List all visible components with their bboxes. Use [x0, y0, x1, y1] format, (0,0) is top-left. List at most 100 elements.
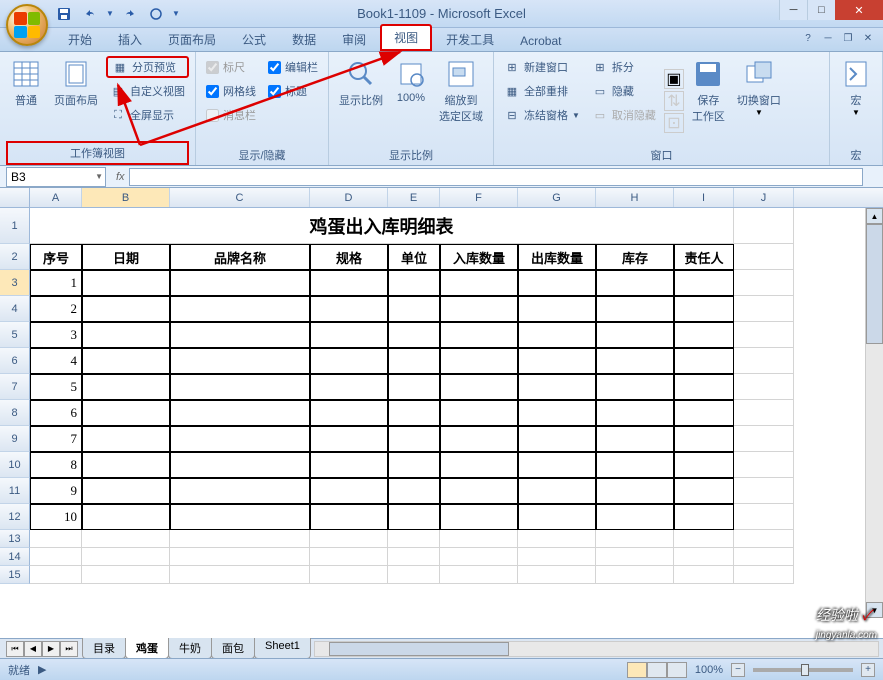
undo-dropdown[interactable]: ▼ — [106, 9, 114, 18]
data-cell[interactable] — [82, 270, 170, 296]
empty-cell[interactable] — [596, 548, 674, 566]
headings-checkbox[interactable]: 标题 — [264, 80, 322, 102]
data-cell[interactable] — [674, 478, 734, 504]
pagelayout-view-button[interactable]: 页面布局 — [50, 56, 102, 141]
data-cell[interactable] — [310, 296, 388, 322]
vscroll-thumb[interactable] — [866, 224, 883, 344]
data-cell[interactable]: 8 — [30, 452, 82, 478]
empty-cell[interactable] — [440, 548, 518, 566]
data-cell[interactable] — [440, 296, 518, 322]
col-header-A[interactable]: A — [30, 188, 82, 207]
data-cell[interactable] — [388, 400, 440, 426]
data-cell[interactable] — [596, 478, 674, 504]
data-cell[interactable] — [518, 400, 596, 426]
data-cell[interactable] — [310, 426, 388, 452]
data-cell[interactable] — [440, 478, 518, 504]
header-cell[interactable]: 品牌名称 — [170, 244, 310, 270]
empty-cell[interactable] — [440, 530, 518, 548]
zoom-in-button[interactable]: + — [861, 663, 875, 677]
hscroll-thumb[interactable] — [329, 642, 509, 656]
data-cell[interactable] — [82, 322, 170, 348]
data-cell[interactable] — [170, 322, 310, 348]
row-header-1[interactable]: 1 — [0, 208, 30, 244]
sheet-tab-面包[interactable]: 面包 — [211, 638, 255, 659]
data-cell[interactable] — [170, 270, 310, 296]
data-cell[interactable] — [596, 426, 674, 452]
fx-icon[interactable]: fx — [116, 171, 125, 183]
empty-cell[interactable] — [440, 566, 518, 584]
empty-cell[interactable] — [734, 530, 794, 548]
row-header-12[interactable]: 12 — [0, 504, 30, 530]
data-cell[interactable] — [596, 504, 674, 530]
data-cell[interactable] — [734, 452, 794, 478]
empty-cell[interactable] — [518, 530, 596, 548]
data-cell[interactable] — [674, 426, 734, 452]
data-cell[interactable] — [674, 296, 734, 322]
data-cell[interactable] — [170, 504, 310, 530]
data-cell[interactable] — [82, 504, 170, 530]
data-cell[interactable]: 5 — [30, 374, 82, 400]
data-cell[interactable] — [440, 452, 518, 478]
tab-review[interactable]: 审阅 — [330, 28, 378, 51]
next-sheet-button[interactable]: ▶ — [42, 641, 60, 657]
row-header-5[interactable]: 5 — [0, 322, 30, 348]
zoom-100-button[interactable]: 100% — [391, 56, 431, 145]
empty-cell[interactable] — [388, 548, 440, 566]
data-cell[interactable] — [734, 322, 794, 348]
data-cell[interactable] — [596, 374, 674, 400]
empty-cell[interactable] — [674, 548, 734, 566]
macros-button[interactable]: 宏 ▼ — [836, 56, 876, 145]
data-cell[interactable] — [734, 348, 794, 374]
row-header-2[interactable]: 2 — [0, 244, 30, 270]
col-header-J[interactable]: J — [734, 188, 794, 207]
header-cell[interactable]: 责任人 — [674, 244, 734, 270]
zoom-slider[interactable] — [753, 668, 853, 672]
data-cell[interactable] — [170, 478, 310, 504]
col-header-G[interactable]: G — [518, 188, 596, 207]
data-cell[interactable] — [388, 452, 440, 478]
qat-extra-button[interactable] — [146, 4, 166, 24]
data-cell[interactable] — [310, 478, 388, 504]
tab-home[interactable]: 开始 — [56, 28, 104, 51]
empty-cell[interactable] — [170, 548, 310, 566]
pagebreak-preview-button[interactable]: ▦ 分页预览 — [106, 56, 189, 78]
header-cell[interactable]: 出库数量 — [518, 244, 596, 270]
data-cell[interactable]: 10 — [30, 504, 82, 530]
empty-cell[interactable] — [30, 530, 82, 548]
data-cell[interactable] — [82, 452, 170, 478]
data-cell[interactable] — [734, 504, 794, 530]
data-cell[interactable] — [170, 426, 310, 452]
data-cell[interactable] — [82, 478, 170, 504]
empty-cell[interactable] — [518, 548, 596, 566]
row-header-7[interactable]: 7 — [0, 374, 30, 400]
name-box[interactable]: B3 ▼ — [6, 167, 106, 187]
select-all-corner[interactable] — [0, 188, 30, 207]
data-cell[interactable] — [440, 426, 518, 452]
zoom-level[interactable]: 100% — [695, 664, 723, 676]
data-cell[interactable] — [440, 348, 518, 374]
data-cell[interactable] — [674, 504, 734, 530]
zoom-slider-thumb[interactable] — [801, 664, 809, 676]
data-cell[interactable] — [440, 322, 518, 348]
col-header-I[interactable]: I — [674, 188, 734, 207]
vertical-scrollbar[interactable]: ▲ ▼ — [865, 208, 883, 618]
data-cell[interactable] — [310, 400, 388, 426]
data-cell[interactable] — [82, 348, 170, 374]
data-cell[interactable] — [170, 296, 310, 322]
sheet-tab-Sheet1[interactable]: Sheet1 — [254, 638, 311, 659]
save-workspace-button[interactable]: 保存 工作区 — [688, 56, 729, 145]
data-cell[interactable] — [440, 400, 518, 426]
new-window-button[interactable]: ⊞ 新建窗口 — [500, 56, 584, 78]
data-cell[interactable] — [596, 452, 674, 478]
switch-windows-button[interactable]: 切换窗口 ▼ — [733, 56, 785, 145]
row-header-11[interactable]: 11 — [0, 478, 30, 504]
zoom-button[interactable]: 显示比例 — [335, 56, 387, 145]
tab-pagelayout[interactable]: 页面布局 — [156, 28, 228, 51]
data-cell[interactable] — [82, 374, 170, 400]
pagelayout-view-btn[interactable] — [647, 662, 667, 678]
data-cell[interactable] — [440, 374, 518, 400]
data-cell[interactable] — [170, 348, 310, 374]
data-cell[interactable] — [310, 452, 388, 478]
table-title[interactable]: 鸡蛋出入库明细表 — [30, 208, 734, 244]
sheet-tab-牛奶[interactable]: 牛奶 — [168, 638, 212, 659]
